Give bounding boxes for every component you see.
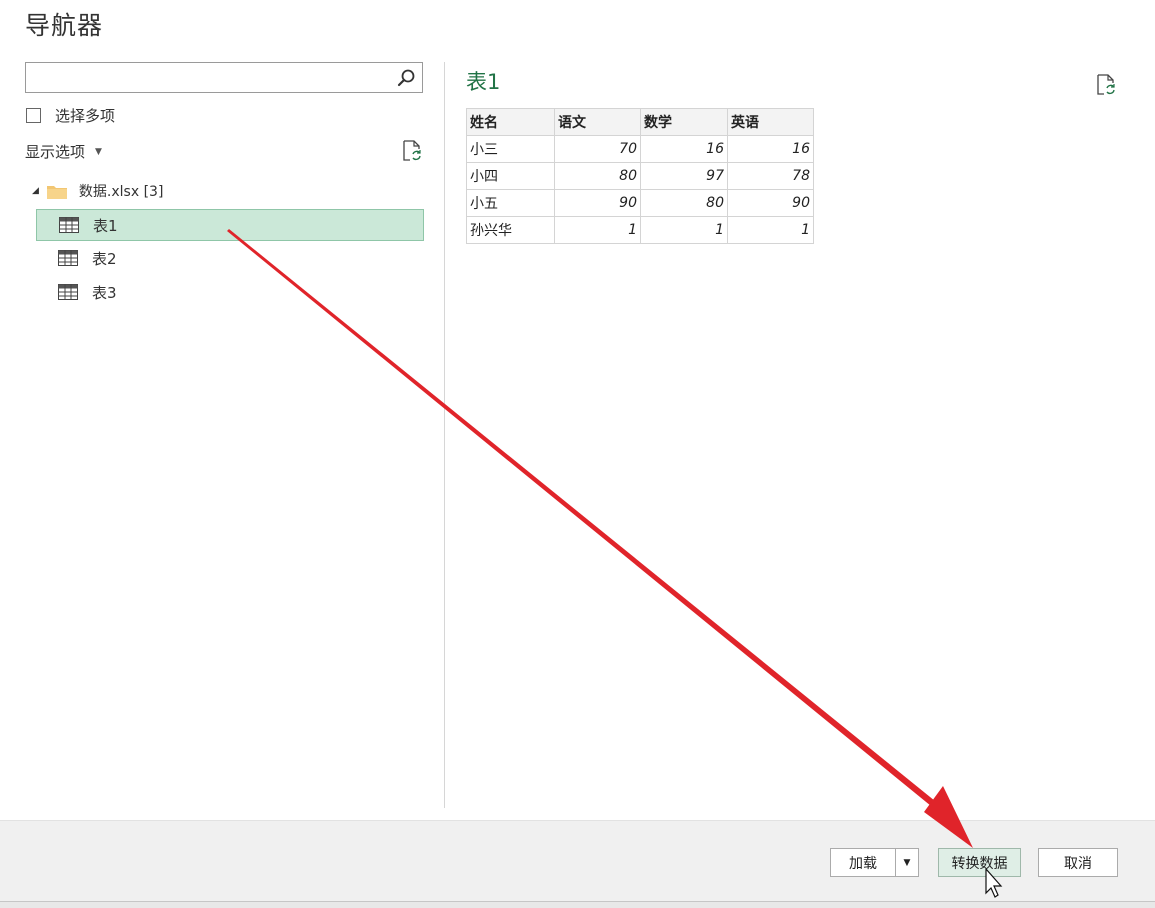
table-cell: 小四 xyxy=(466,162,555,190)
tree-item-table1[interactable]: 表1 xyxy=(36,209,424,241)
tree-root-workbook[interactable]: ◢ 数据.xlsx [3] xyxy=(32,181,163,201)
tree-item-table3[interactable]: 表3 xyxy=(36,276,424,308)
folder-icon xyxy=(46,185,67,199)
table-cell: 1 xyxy=(554,216,641,244)
refresh-preview-icon[interactable] xyxy=(1095,73,1117,97)
column-header: 数学 xyxy=(640,108,728,136)
table-row: 小四 80 97 78 xyxy=(466,162,814,190)
table-header-row: 姓名 语文 数学 英语 xyxy=(466,108,814,136)
table-cell: 1 xyxy=(727,216,814,244)
select-multiple-option[interactable]: 选择多项 xyxy=(26,105,115,126)
table-cell: 97 xyxy=(640,162,728,190)
refresh-icon[interactable] xyxy=(401,139,423,163)
select-multiple-label: 选择多项 xyxy=(55,107,116,125)
table-cell: 80 xyxy=(640,189,728,217)
preview-title: 表1 xyxy=(466,70,501,94)
search-input[interactable] xyxy=(30,66,394,90)
table-row: 孙兴华 1 1 1 xyxy=(466,216,814,244)
table-cell: 孙兴华 xyxy=(466,216,555,244)
red-arrow-icon xyxy=(227,229,973,848)
search-box[interactable] xyxy=(25,62,423,93)
search-icon[interactable] xyxy=(396,68,416,88)
expand-triangle-icon[interactable]: ◢ xyxy=(32,186,39,196)
select-multiple-checkbox[interactable] xyxy=(26,108,41,123)
tree-item-label: 表3 xyxy=(92,283,117,302)
tree-item-table2[interactable]: 表2 xyxy=(36,242,424,274)
table-cell: 90 xyxy=(727,189,814,217)
table-icon xyxy=(58,250,78,266)
table-cell: 小五 xyxy=(466,189,555,217)
table-cell: 70 xyxy=(554,135,641,163)
tree-item-label: 表2 xyxy=(92,249,117,268)
table-row: 小五 90 80 90 xyxy=(466,189,814,217)
tree-item-label: 表1 xyxy=(93,216,118,235)
table-cell: 小三 xyxy=(466,135,555,163)
column-header: 姓名 xyxy=(466,108,555,136)
table-cell: 80 xyxy=(554,162,641,190)
display-options-dropdown[interactable]: 显示选项 ▼ xyxy=(25,141,102,162)
caret-down-icon: ▼ xyxy=(903,857,911,868)
table-row: 小三 70 16 16 xyxy=(466,135,814,163)
tree-root-label: 数据.xlsx [3] xyxy=(78,184,164,200)
column-header: 英语 xyxy=(727,108,814,136)
table-icon xyxy=(59,217,79,233)
table-icon xyxy=(58,284,78,300)
display-options-label: 显示选项 xyxy=(25,143,86,161)
preview-table: 姓名 语文 数学 英语 小三 70 16 16 小四 80 97 78 小五 9… xyxy=(466,108,814,244)
table-cell: 90 xyxy=(554,189,641,217)
table-cell: 78 xyxy=(727,162,814,190)
column-header: 语文 xyxy=(554,108,641,136)
load-button[interactable]: 加载 xyxy=(830,848,896,877)
dialog-title: 导航器 xyxy=(25,11,104,40)
transform-data-button[interactable]: 转换数据 xyxy=(938,848,1021,877)
table-cell: 16 xyxy=(640,135,728,163)
cancel-button[interactable]: 取消 xyxy=(1038,848,1118,877)
caret-down-icon: ▼ xyxy=(95,146,102,157)
table-cell: 16 xyxy=(727,135,814,163)
load-dropdown-button[interactable]: ▼ xyxy=(895,848,919,877)
table-cell: 1 xyxy=(640,216,728,244)
pane-divider[interactable] xyxy=(444,62,445,808)
